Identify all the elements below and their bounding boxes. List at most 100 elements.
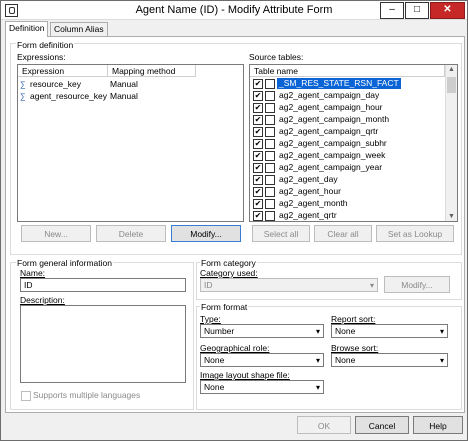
table-name: ag2_agent_month <box>279 198 348 208</box>
table-checkbox[interactable]: ✔ <box>253 199 263 209</box>
table-row[interactable]: ✔ ag2_agent_campaign_day <box>250 90 445 101</box>
table-checkbox[interactable]: ✔ <box>253 187 263 197</box>
table-row[interactable]: ✔ ag2_agent_campaign_subhr <box>250 138 445 149</box>
table-checkbox[interactable]: ✔ <box>253 211 263 221</box>
table-row[interactable]: ✔ ag2_agent_month <box>250 198 445 209</box>
close-button[interactable]: ✕ <box>430 2 465 19</box>
name-field[interactable]: ID <box>20 278 186 292</box>
multi-language-checkbox[interactable] <box>21 391 31 401</box>
ok-button[interactable]: OK <box>297 416 351 434</box>
table-checkbox[interactable]: ✔ <box>253 127 263 137</box>
description-label: Description: <box>20 295 65 305</box>
expression-name: resource_key <box>30 79 82 89</box>
general-info-label: Form general information <box>16 258 113 268</box>
chevron-down-icon: ▾ <box>439 327 444 336</box>
table-icon <box>265 127 275 137</box>
table-icon <box>265 199 275 209</box>
category-used-label: Category used: <box>200 268 258 278</box>
scroll-up-icon[interactable]: ▲ <box>446 66 457 73</box>
table-icon <box>265 103 275 113</box>
source-tables-label: Source tables: <box>249 52 304 62</box>
type-label: Type: <box>200 314 221 324</box>
chevron-down-icon: ▾ <box>439 356 444 365</box>
shape-file-label: Image layout shape file: <box>200 370 290 380</box>
geo-role-label: Geographical role: <box>200 343 270 353</box>
category-used-select[interactable]: ID ▾ <box>200 278 378 292</box>
type-select[interactable]: Number ▾ <box>200 324 324 338</box>
mapping-column-header[interactable]: Mapping method <box>108 65 196 77</box>
formula-icon: ∑ <box>20 92 26 101</box>
expressions-list[interactable]: Expression Mapping method ∑ resource_key… <box>17 64 244 222</box>
category-label: Form category <box>200 258 257 268</box>
table-checkbox[interactable]: ✔ <box>253 151 263 161</box>
scroll-down-icon[interactable]: ▼ <box>446 213 457 220</box>
table-checkbox[interactable]: ✔ <box>253 163 263 173</box>
expression-row[interactable]: ∑ agent_resource_key Manual <box>20 91 195 102</box>
table-checkbox[interactable]: ✔ <box>253 139 263 149</box>
table-name: _SM_RES_STATE_RSN_FACT <box>277 78 401 89</box>
cancel-button[interactable]: Cancel <box>355 416 409 434</box>
type-value: Number <box>204 326 235 336</box>
table-checkbox[interactable]: ✔ <box>253 91 263 101</box>
maximize-button[interactable]: □ <box>405 2 429 19</box>
table-name: ag2_agent_qrtr <box>279 210 337 220</box>
table-row[interactable]: ✔ ag2_agent_day <box>250 174 445 185</box>
mapping-method: Manual <box>110 91 138 101</box>
table-row[interactable]: ✔ ag2_agent_campaign_week <box>250 150 445 161</box>
clear-all-button[interactable]: Clear all <box>314 225 372 242</box>
set-as-lookup-button[interactable]: Set as Lookup <box>376 225 454 242</box>
table-row[interactable]: ✔ ag2_agent_campaign_hour <box>250 102 445 113</box>
expression-column-header[interactable]: Expression <box>18 65 108 77</box>
table-row[interactable]: ✔ ag2_agent_campaign_year <box>250 162 445 173</box>
chevron-down-icon: ▾ <box>315 383 320 392</box>
table-icon <box>265 187 275 197</box>
expression-row[interactable]: ∑ resource_key Manual <box>20 79 195 90</box>
table-icon <box>265 163 275 173</box>
source-tables-list[interactable]: Table name ✔ _SM_RES_STATE_RSN_FACT ✔ ag… <box>249 64 458 222</box>
form-definition-label: Form definition <box>16 40 75 50</box>
table-name: ag2_agent_campaign_month <box>279 114 390 124</box>
table-checkbox[interactable]: ✔ <box>253 79 263 89</box>
table-icon <box>265 175 275 185</box>
name-label: Name: <box>20 268 46 278</box>
table-row[interactable]: ✔ ag2_agent_campaign_month <box>250 114 445 125</box>
delete-button[interactable]: Delete <box>96 225 166 242</box>
report-sort-select[interactable]: None ▾ <box>331 324 448 338</box>
tab-definition[interactable]: Definition <box>5 21 49 37</box>
title-bar: Agent Name (ID) - Modify Attribute Form … <box>1 1 467 20</box>
shape-file-select[interactable]: None ▾ <box>200 380 324 394</box>
browse-sort-value: None <box>335 355 356 365</box>
category-modify-button[interactable]: Modify... <box>384 276 450 293</box>
geo-role-select[interactable]: None ▾ <box>200 353 324 367</box>
table-checkbox[interactable]: ✔ <box>253 115 263 125</box>
table-name: ag2_agent_campaign_day <box>279 90 380 100</box>
format-label: Form format <box>200 302 249 312</box>
browse-sort-label: Browse sort: <box>331 343 379 353</box>
table-name: ag2_agent_campaign_hour <box>279 102 383 112</box>
scroll-thumb[interactable] <box>447 77 456 93</box>
table-checkbox[interactable]: ✔ <box>253 175 263 185</box>
description-field[interactable] <box>20 305 186 383</box>
table-name-header[interactable]: Table name <box>250 65 445 77</box>
table-row[interactable]: ✔ _SM_RES_STATE_RSN_FACT <box>250 78 445 89</box>
chevron-down-icon: ▾ <box>315 327 320 336</box>
help-button[interactable]: Help <box>413 416 463 434</box>
formula-icon: ∑ <box>20 80 26 89</box>
select-all-button[interactable]: Select all <box>252 225 310 242</box>
vertical-scrollbar[interactable]: ▲ ▼ <box>445 65 457 221</box>
report-sort-value: None <box>335 326 356 336</box>
tab-column-alias[interactable]: Column Alias <box>50 22 108 36</box>
table-row[interactable]: ✔ ag2_agent_qrtr <box>250 210 445 221</box>
table-icon <box>265 115 275 125</box>
chevron-down-icon: ▾ <box>369 281 374 290</box>
expressions-label-text: Expressions: <box>17 52 66 62</box>
table-row[interactable]: ✔ ag2_agent_hour <box>250 186 445 197</box>
table-row[interactable]: ✔ ag2_agent_campaign_qrtr <box>250 126 445 137</box>
minimize-button[interactable]: – <box>380 2 404 19</box>
chevron-down-icon: ▾ <box>315 356 320 365</box>
new-button[interactable]: New... <box>21 225 91 242</box>
browse-sort-select[interactable]: None ▾ <box>331 353 448 367</box>
table-checkbox[interactable]: ✔ <box>253 103 263 113</box>
modify-button[interactable]: Modify... <box>171 225 241 242</box>
report-sort-label: Report sort: <box>331 314 376 324</box>
